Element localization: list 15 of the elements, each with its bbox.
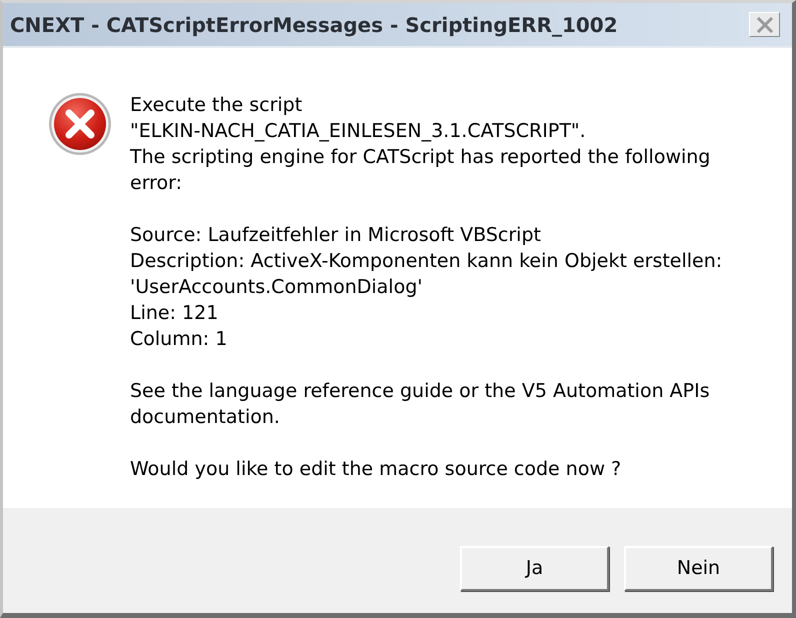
message-text: "ELKIN-NACH_CATIA_EINLESEN_3.1.CATSCRIPT". xyxy=(130,119,586,144)
message-text: The scripting engine for CATScript has reported the following error: xyxy=(130,145,712,196)
close-button[interactable] xyxy=(749,12,780,37)
message-text: Line: 121 xyxy=(130,301,218,326)
no-button[interactable]: Nein xyxy=(624,546,773,591)
message-text: Execute the script xyxy=(130,93,302,118)
message-text: Source: Laufzeitfehler in Microsoft VBScript xyxy=(130,223,541,248)
message-text: Would you like to edit the macro source code now ? xyxy=(130,457,622,482)
window-title: CNEXT - CATScriptErrorMessages - ScriptingERR_1002 xyxy=(10,12,618,39)
error-icon xyxy=(48,92,112,156)
message-text: Column: 1 xyxy=(130,327,228,352)
message-text: See the language reference guide or the V5 Automation APIs documentation. xyxy=(130,379,711,430)
yes-button[interactable]: Ja xyxy=(460,546,609,591)
close-icon xyxy=(756,16,772,32)
message-text: Description: ActiveX-Komponenten kann kein Objekt erstellen: 'UserAccounts.CommonDialog' xyxy=(130,249,724,300)
